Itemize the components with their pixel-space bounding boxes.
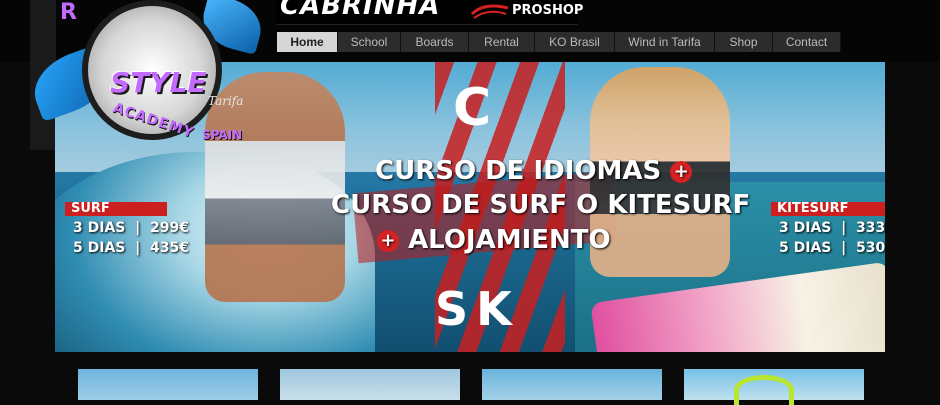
nav-item-boards[interactable]: Boards bbox=[401, 32, 469, 52]
nav-item-ko-brasil[interactable]: KO Brasil bbox=[535, 32, 615, 52]
hero-letter-c: C bbox=[453, 78, 492, 138]
logo-country: SPAIN bbox=[202, 128, 243, 142]
nav-item-contact[interactable]: Contact bbox=[773, 32, 841, 52]
hero-headline-3: + ALOJAMIENTO bbox=[377, 225, 611, 255]
kite-icon bbox=[734, 375, 794, 405]
brand-banner[interactable]: CABRINHA PROSHOP bbox=[276, 0, 583, 25]
logo-name: STYLE bbox=[110, 66, 207, 99]
cabrinha-swoosh-icon bbox=[470, 4, 509, 19]
thumbnail-4[interactable] bbox=[684, 369, 864, 405]
nav-item-school[interactable]: School bbox=[338, 32, 401, 52]
main-nav: Home School Boards Rental KO Brasil Wind… bbox=[277, 32, 841, 52]
kitesurf-price-3-days: 3 DIAS | 333€ bbox=[779, 220, 885, 236]
kitesurf-price-5-days: 5 DIAS | 530€ bbox=[779, 240, 885, 256]
hero-headline-1: CURSO DE IDIOMAS + bbox=[375, 156, 693, 186]
proshop-label: PROSHOP bbox=[512, 3, 584, 18]
hero-line-language-course: CURSO DE IDIOMAS bbox=[375, 156, 662, 186]
logo-city: Tarifa bbox=[208, 94, 244, 108]
hero-headline-2: CURSO DE SURF O KITESURF bbox=[331, 190, 751, 220]
plus-icon: + bbox=[670, 160, 693, 183]
surf-price-5-days: 5 DIAS | 435€ bbox=[73, 240, 189, 256]
nav-item-wind-in-tarifa[interactable]: Wind in Tarifa bbox=[615, 32, 715, 52]
nav-item-shop[interactable]: Shop bbox=[715, 32, 773, 52]
brand-logo-text: CABRINHA bbox=[280, 0, 441, 21]
thumbnail-3[interactable] bbox=[482, 369, 662, 400]
nav-item-rental[interactable]: Rental bbox=[469, 32, 535, 52]
hero-line-accommodation: ALOJAMIENTO bbox=[408, 225, 611, 255]
kitesurf-tag: KITESURF bbox=[771, 202, 885, 216]
plus-icon: + bbox=[377, 229, 399, 252]
thumbnail-2[interactable] bbox=[280, 369, 460, 400]
thumbnail-1[interactable] bbox=[78, 369, 258, 400]
nav-item-home[interactable]: Home bbox=[277, 32, 338, 52]
surf-price-3-days: 3 DIAS | 299€ bbox=[73, 220, 189, 236]
style-academy-logo[interactable]: R STYLE ACADEMY Tarifa SPAIN bbox=[25, 0, 268, 150]
hero-letters-sk: SK bbox=[435, 282, 520, 336]
logo-corner-letter: R bbox=[60, 0, 77, 25]
surf-tag: SURF bbox=[65, 202, 167, 216]
